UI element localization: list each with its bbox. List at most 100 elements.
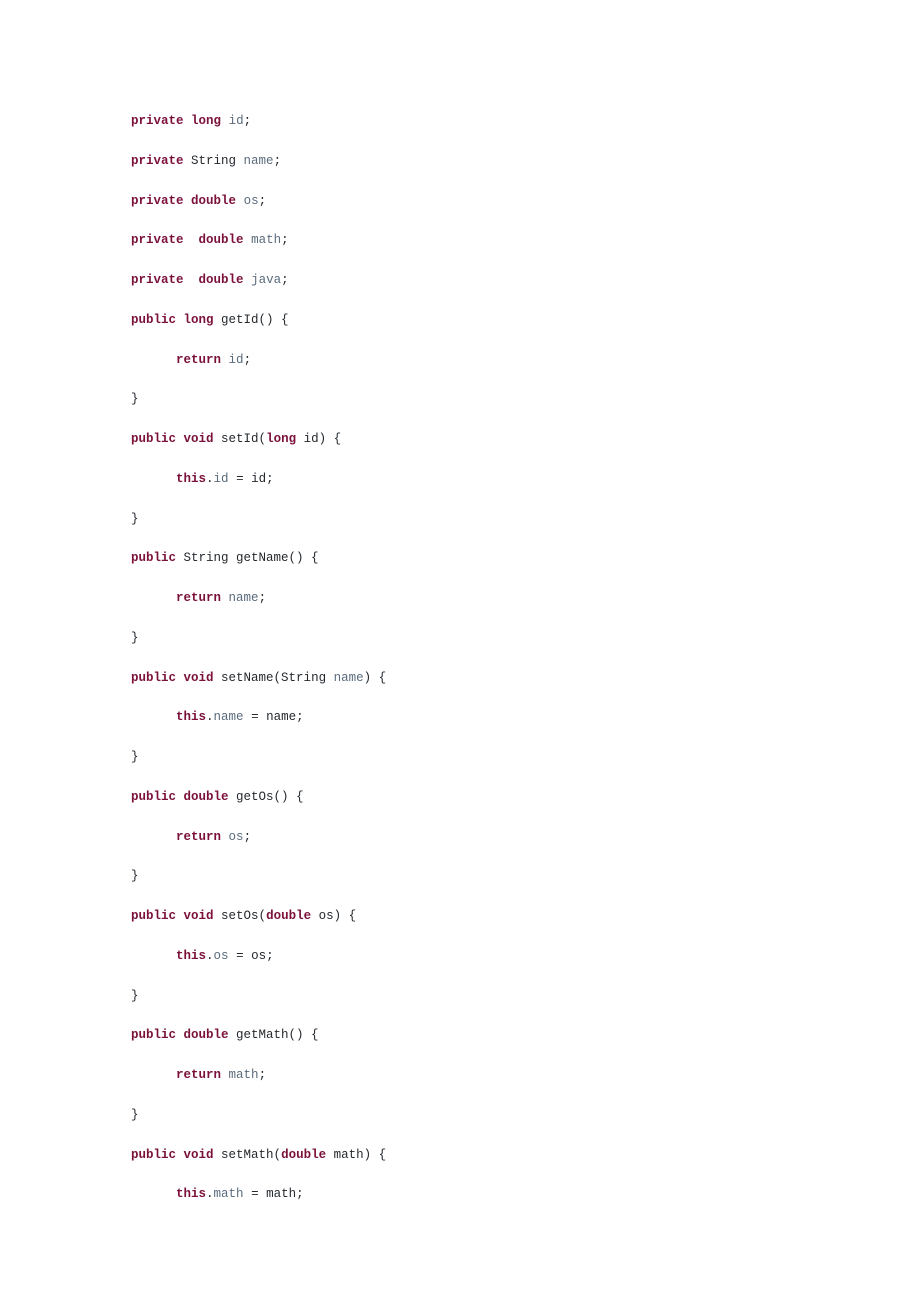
code-token: }	[131, 392, 139, 406]
code-line: private double os;	[131, 192, 920, 211]
code-block: private long id;private String name;priv…	[131, 112, 920, 1204]
code-line: return id;	[131, 351, 920, 370]
code-token: return	[176, 830, 221, 844]
code-line: this.id = id;	[131, 470, 920, 489]
code-token: long	[266, 432, 296, 446]
code-token: os	[214, 949, 229, 963]
code-token: ;	[259, 1068, 267, 1082]
code-token: public	[131, 432, 176, 446]
code-token: void	[184, 1148, 214, 1162]
code-token	[131, 591, 176, 605]
code-token: = name;	[244, 710, 304, 724]
code-token: name	[229, 591, 259, 605]
code-line: public void setId(long id) {	[131, 430, 920, 449]
code-token: public	[131, 1028, 176, 1042]
code-token: public	[131, 551, 176, 565]
code-token: os	[229, 830, 244, 844]
code-token: }	[131, 989, 139, 1003]
code-token	[176, 313, 184, 327]
code-token	[184, 233, 199, 247]
code-token: this	[176, 1187, 206, 1201]
code-line: private long id;	[131, 112, 920, 131]
code-token: setOs(	[214, 909, 267, 923]
code-token: public	[131, 790, 176, 804]
code-line: public void setName(String name) {	[131, 669, 920, 688]
code-token: setMath(	[214, 1148, 282, 1162]
code-token: ;	[244, 114, 252, 128]
code-token	[131, 949, 176, 963]
code-line: private String name;	[131, 152, 920, 171]
code-token	[176, 432, 184, 446]
code-token: return	[176, 1068, 221, 1082]
code-token: = id;	[229, 472, 274, 486]
code-token	[244, 273, 252, 287]
code-token: double	[199, 233, 244, 247]
code-line: public double getOs() {	[131, 788, 920, 807]
code-line: return os;	[131, 828, 920, 847]
code-token: private	[131, 114, 184, 128]
code-token: }	[131, 631, 139, 645]
code-token: double	[191, 194, 236, 208]
code-token: ;	[259, 194, 267, 208]
code-token: private	[131, 154, 184, 168]
code-token: private	[131, 273, 184, 287]
code-line: public long getId() {	[131, 311, 920, 330]
code-token	[131, 472, 176, 486]
code-token	[131, 1187, 176, 1201]
code-token: long	[191, 114, 221, 128]
code-token	[244, 233, 252, 247]
code-token: .	[206, 1187, 214, 1201]
code-line: public String getName() {	[131, 549, 920, 568]
code-line: }	[131, 987, 920, 1006]
code-token: double	[199, 273, 244, 287]
code-token: String	[191, 154, 244, 168]
code-line: public void setOs(double os) {	[131, 907, 920, 926]
code-token	[176, 909, 184, 923]
code-token	[184, 154, 192, 168]
code-token: name	[214, 710, 244, 724]
code-token: .	[206, 710, 214, 724]
code-line: }	[131, 510, 920, 529]
code-token: ;	[244, 353, 252, 367]
code-line: }	[131, 867, 920, 886]
code-token	[176, 1028, 184, 1042]
code-token: private	[131, 194, 184, 208]
code-token: getOs() {	[229, 790, 304, 804]
code-line: this.os = os;	[131, 947, 920, 966]
code-token: ) {	[364, 671, 387, 685]
code-token: ;	[244, 830, 252, 844]
code-token: ;	[281, 233, 289, 247]
code-token	[184, 114, 192, 128]
code-token: id	[229, 353, 244, 367]
code-token: .	[206, 949, 214, 963]
code-token: long	[184, 313, 214, 327]
code-token: double	[184, 1028, 229, 1042]
code-token	[176, 1148, 184, 1162]
code-token: = math;	[244, 1187, 304, 1201]
code-line: private double java;	[131, 271, 920, 290]
code-token: this	[176, 710, 206, 724]
code-token: this	[176, 949, 206, 963]
code-token: }	[131, 1108, 139, 1122]
code-page: private long id;private String name;priv…	[0, 0, 920, 1305]
code-token: public	[131, 313, 176, 327]
code-token	[131, 353, 176, 367]
code-token: getMath() {	[229, 1028, 319, 1042]
code-token	[131, 710, 176, 724]
code-token: this	[176, 472, 206, 486]
code-token	[221, 1068, 229, 1082]
code-token: }	[131, 512, 139, 526]
code-token: math	[229, 1068, 259, 1082]
code-line: }	[131, 748, 920, 767]
code-line: return name;	[131, 589, 920, 608]
code-token: name	[334, 671, 364, 685]
code-token: }	[131, 750, 139, 764]
code-token: double	[266, 909, 311, 923]
code-token: String getName() {	[176, 551, 319, 565]
code-token: math	[251, 233, 281, 247]
code-line: return math;	[131, 1066, 920, 1085]
code-token: public	[131, 909, 176, 923]
code-token: java	[251, 273, 281, 287]
code-token: void	[184, 432, 214, 446]
code-token: .	[206, 472, 214, 486]
